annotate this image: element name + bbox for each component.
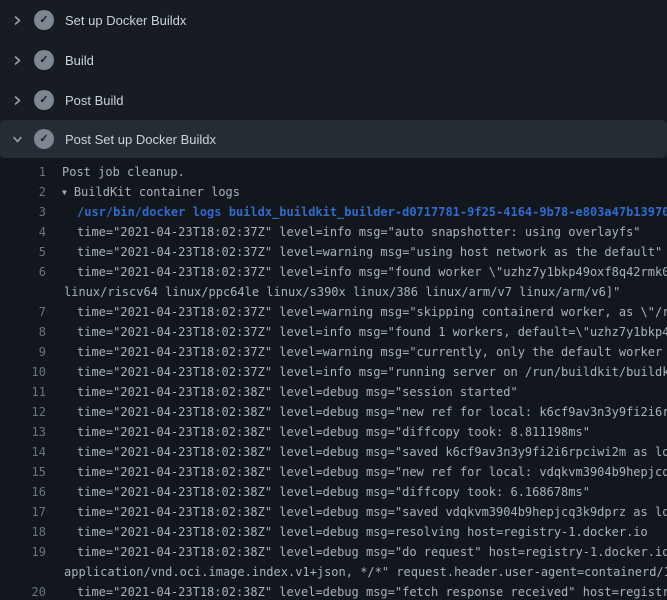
log-line: 15 time="2021-04-23T18:02:38Z" level=debu… xyxy=(0,462,667,482)
line-number[interactable]: 10 xyxy=(0,362,46,382)
line-number[interactable]: 11 xyxy=(0,382,46,402)
log-text: time="2021-04-23T18:02:38Z" level=debug … xyxy=(77,442,667,462)
check-circle-icon: ✓ xyxy=(34,129,54,149)
step-label: Set up Docker Buildx xyxy=(65,13,186,28)
line-number[interactable]: 7 xyxy=(0,302,46,322)
line-number[interactable]: 3 xyxy=(0,202,46,222)
line-number xyxy=(0,562,46,582)
line-number[interactable]: 4 xyxy=(0,222,46,242)
step-row-build[interactable]: ✓ Build xyxy=(0,40,667,80)
log-text: time="2021-04-23T18:02:38Z" level=debug … xyxy=(77,382,518,402)
check-circle-icon: ✓ xyxy=(34,90,54,110)
step-row-post-build[interactable]: ✓ Post Build xyxy=(0,80,667,120)
line-number[interactable]: 14 xyxy=(0,442,46,462)
chevron-down-icon xyxy=(12,134,23,145)
log-text: time="2021-04-23T18:02:37Z" level=info m… xyxy=(77,222,641,242)
step-row-set-up-docker-buildx[interactable]: ✓ Set up Docker Buildx xyxy=(0,0,667,40)
step-label: Post Set up Docker Buildx xyxy=(65,132,216,147)
collapse-triangle-icon[interactable]: ▼ xyxy=(62,188,67,197)
log-line: 1 Post job cleanup. xyxy=(0,162,667,182)
log-line: 11 time="2021-04-23T18:02:38Z" level=debu… xyxy=(0,382,667,402)
log-line: 12 time="2021-04-23T18:02:38Z" level=debu… xyxy=(0,402,667,422)
log-line: 18 time="2021-04-23T18:02:38Z" level=debu… xyxy=(0,522,667,542)
log-text: time="2021-04-23T18:02:37Z" level=warnin… xyxy=(77,342,667,362)
log-text: time="2021-04-23T18:02:38Z" level=debug … xyxy=(77,402,667,422)
log-line: 6 time="2021-04-23T18:02:37Z" level=info … xyxy=(0,262,667,282)
line-number[interactable]: 1 xyxy=(0,162,46,182)
line-number[interactable]: 5 xyxy=(0,242,46,262)
check-circle-icon: ✓ xyxy=(34,50,54,70)
log-text: time="2021-04-23T18:02:38Z" level=debug … xyxy=(77,482,590,502)
log-text: linux/riscv64 linux/ppc64le linux/s390x … xyxy=(64,282,620,302)
line-number[interactable]: 17 xyxy=(0,502,46,522)
log-line: 8 time="2021-04-23T18:02:37Z" level=info … xyxy=(0,322,667,342)
log-line: linux/riscv64 linux/ppc64le linux/s390x … xyxy=(0,282,667,302)
log-command-text: /usr/bin/docker logs buildx_buildkit_bui… xyxy=(77,202,667,222)
log-text: time="2021-04-23T18:02:37Z" level=warnin… xyxy=(77,302,667,322)
chevron-right-icon xyxy=(12,15,23,26)
log-line: 17 time="2021-04-23T18:02:38Z" level=debu… xyxy=(0,502,667,522)
line-number[interactable]: 13 xyxy=(0,422,46,442)
steps-list: ✓ Set up Docker Buildx ✓ Build ✓ Post Bu… xyxy=(0,0,667,120)
line-number[interactable]: 6 xyxy=(0,262,46,282)
line-number[interactable]: 20 xyxy=(0,582,46,600)
log-text: ▼BuildKit container logs xyxy=(62,182,240,202)
line-number[interactable]: 19 xyxy=(0,542,46,562)
step-label: Post Build xyxy=(65,93,124,108)
log-line: 14 time="2021-04-23T18:02:38Z" level=debu… xyxy=(0,442,667,462)
log-text: time="2021-04-23T18:02:38Z" level=debug … xyxy=(77,542,667,562)
line-number[interactable]: 15 xyxy=(0,462,46,482)
log-viewer[interactable]: 1 Post job cleanup. 2 ▼BuildKit container l… xyxy=(0,158,667,600)
log-text: time="2021-04-23T18:02:37Z" level=info m… xyxy=(77,262,667,282)
chevron-right-icon xyxy=(12,55,23,66)
log-line: 7 time="2021-04-23T18:02:37Z" level=warni… xyxy=(0,302,667,322)
step-label: Build xyxy=(65,53,94,68)
log-line: 19 time="2021-04-23T18:02:38Z" level=debu… xyxy=(0,542,667,562)
log-line: 20 time="2021-04-23T18:02:38Z" level=debu… xyxy=(0,582,667,600)
log-line: 5 time="2021-04-23T18:02:37Z" level=warni… xyxy=(0,242,667,262)
log-text: time="2021-04-23T18:02:38Z" level=debug … xyxy=(77,462,667,482)
log-text: time="2021-04-23T18:02:37Z" level=warnin… xyxy=(77,242,662,262)
chevron-right-icon xyxy=(12,95,23,106)
line-number[interactable]: 12 xyxy=(0,402,46,422)
line-number[interactable]: 16 xyxy=(0,482,46,502)
line-number[interactable]: 8 xyxy=(0,322,46,342)
log-line: 16 time="2021-04-23T18:02:38Z" level=debu… xyxy=(0,482,667,502)
log-line: application/vnd.oci.image.index.v1+json,… xyxy=(0,562,667,582)
log-line: 4 time="2021-04-23T18:02:37Z" level=info … xyxy=(0,222,667,242)
check-circle-icon: ✓ xyxy=(34,10,54,30)
log-lines: 1 Post job cleanup. 2 ▼BuildKit container l… xyxy=(0,162,667,600)
log-text: time="2021-04-23T18:02:38Z" level=debug … xyxy=(77,502,667,522)
log-text: time="2021-04-23T18:02:38Z" level=debug … xyxy=(77,522,648,542)
log-line: 9 time="2021-04-23T18:02:37Z" level=warni… xyxy=(0,342,667,362)
step-row-post-set-up-docker-buildx[interactable]: ✓ Post Set up Docker Buildx xyxy=(0,120,667,158)
log-line: 13 time="2021-04-23T18:02:38Z" level=debu… xyxy=(0,422,667,442)
log-line: 3/usr/bin/docker logs buildx_buildkit_bu… xyxy=(0,202,667,222)
line-number xyxy=(0,282,46,302)
log-text: time="2021-04-23T18:02:38Z" level=debug … xyxy=(77,422,590,442)
log-text: time="2021-04-23T18:02:38Z" level=debug … xyxy=(77,582,667,600)
log-text: time="2021-04-23T18:02:37Z" level=info m… xyxy=(77,322,667,342)
line-number[interactable]: 18 xyxy=(0,522,46,542)
line-number[interactable]: 9 xyxy=(0,342,46,362)
log-text: Post job cleanup. xyxy=(62,162,185,182)
line-number[interactable]: 2 xyxy=(0,182,46,202)
log-text: application/vnd.oci.image.index.v1+json,… xyxy=(64,562,667,582)
log-text: time="2021-04-23T18:02:37Z" level=info m… xyxy=(77,362,667,382)
log-line: 2 ▼BuildKit container logs xyxy=(0,182,667,202)
log-line: 10 time="2021-04-23T18:02:37Z" level=info… xyxy=(0,362,667,382)
